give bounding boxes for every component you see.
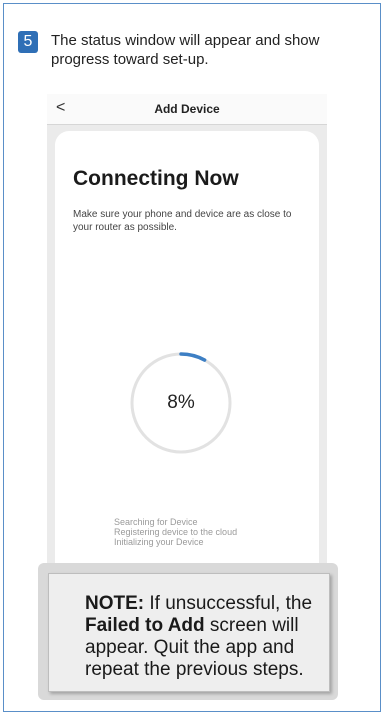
- note-text: NOTE: If unsuccessful, the Failed to Add…: [85, 593, 325, 681]
- step-description: The status window will appear and show p…: [51, 32, 320, 68]
- note-prefix: NOTE:: [85, 593, 145, 614]
- nav-title: Add Device: [154, 102, 220, 116]
- connecting-sheet: Connecting Now Make sure your phone and …: [55, 131, 319, 614]
- status-list: Searching for Device Registering device …: [114, 517, 237, 547]
- note-box: NOTE: If unsuccessful, the Failed to Add…: [48, 573, 330, 692]
- connecting-heading: Connecting Now: [73, 167, 239, 190]
- note-emphasis: Failed to Add: [85, 615, 205, 636]
- nav-bar: < Add Device: [47, 94, 327, 125]
- step-number-badge: 5: [18, 31, 38, 53]
- status-line-initializing: Initializing your Device: [114, 537, 204, 547]
- connecting-description: Make sure your phone and device are as c…: [73, 209, 292, 233]
- note-part1: If unsuccessful, the: [144, 593, 313, 614]
- phone-screenshot: < Add Device Connecting Now Make sure yo…: [47, 94, 327, 614]
- progress-percent: 8%: [167, 392, 195, 413]
- status-line-registering: Registering device to the cloud: [114, 527, 238, 537]
- status-line-searching: Searching for Device: [114, 517, 198, 527]
